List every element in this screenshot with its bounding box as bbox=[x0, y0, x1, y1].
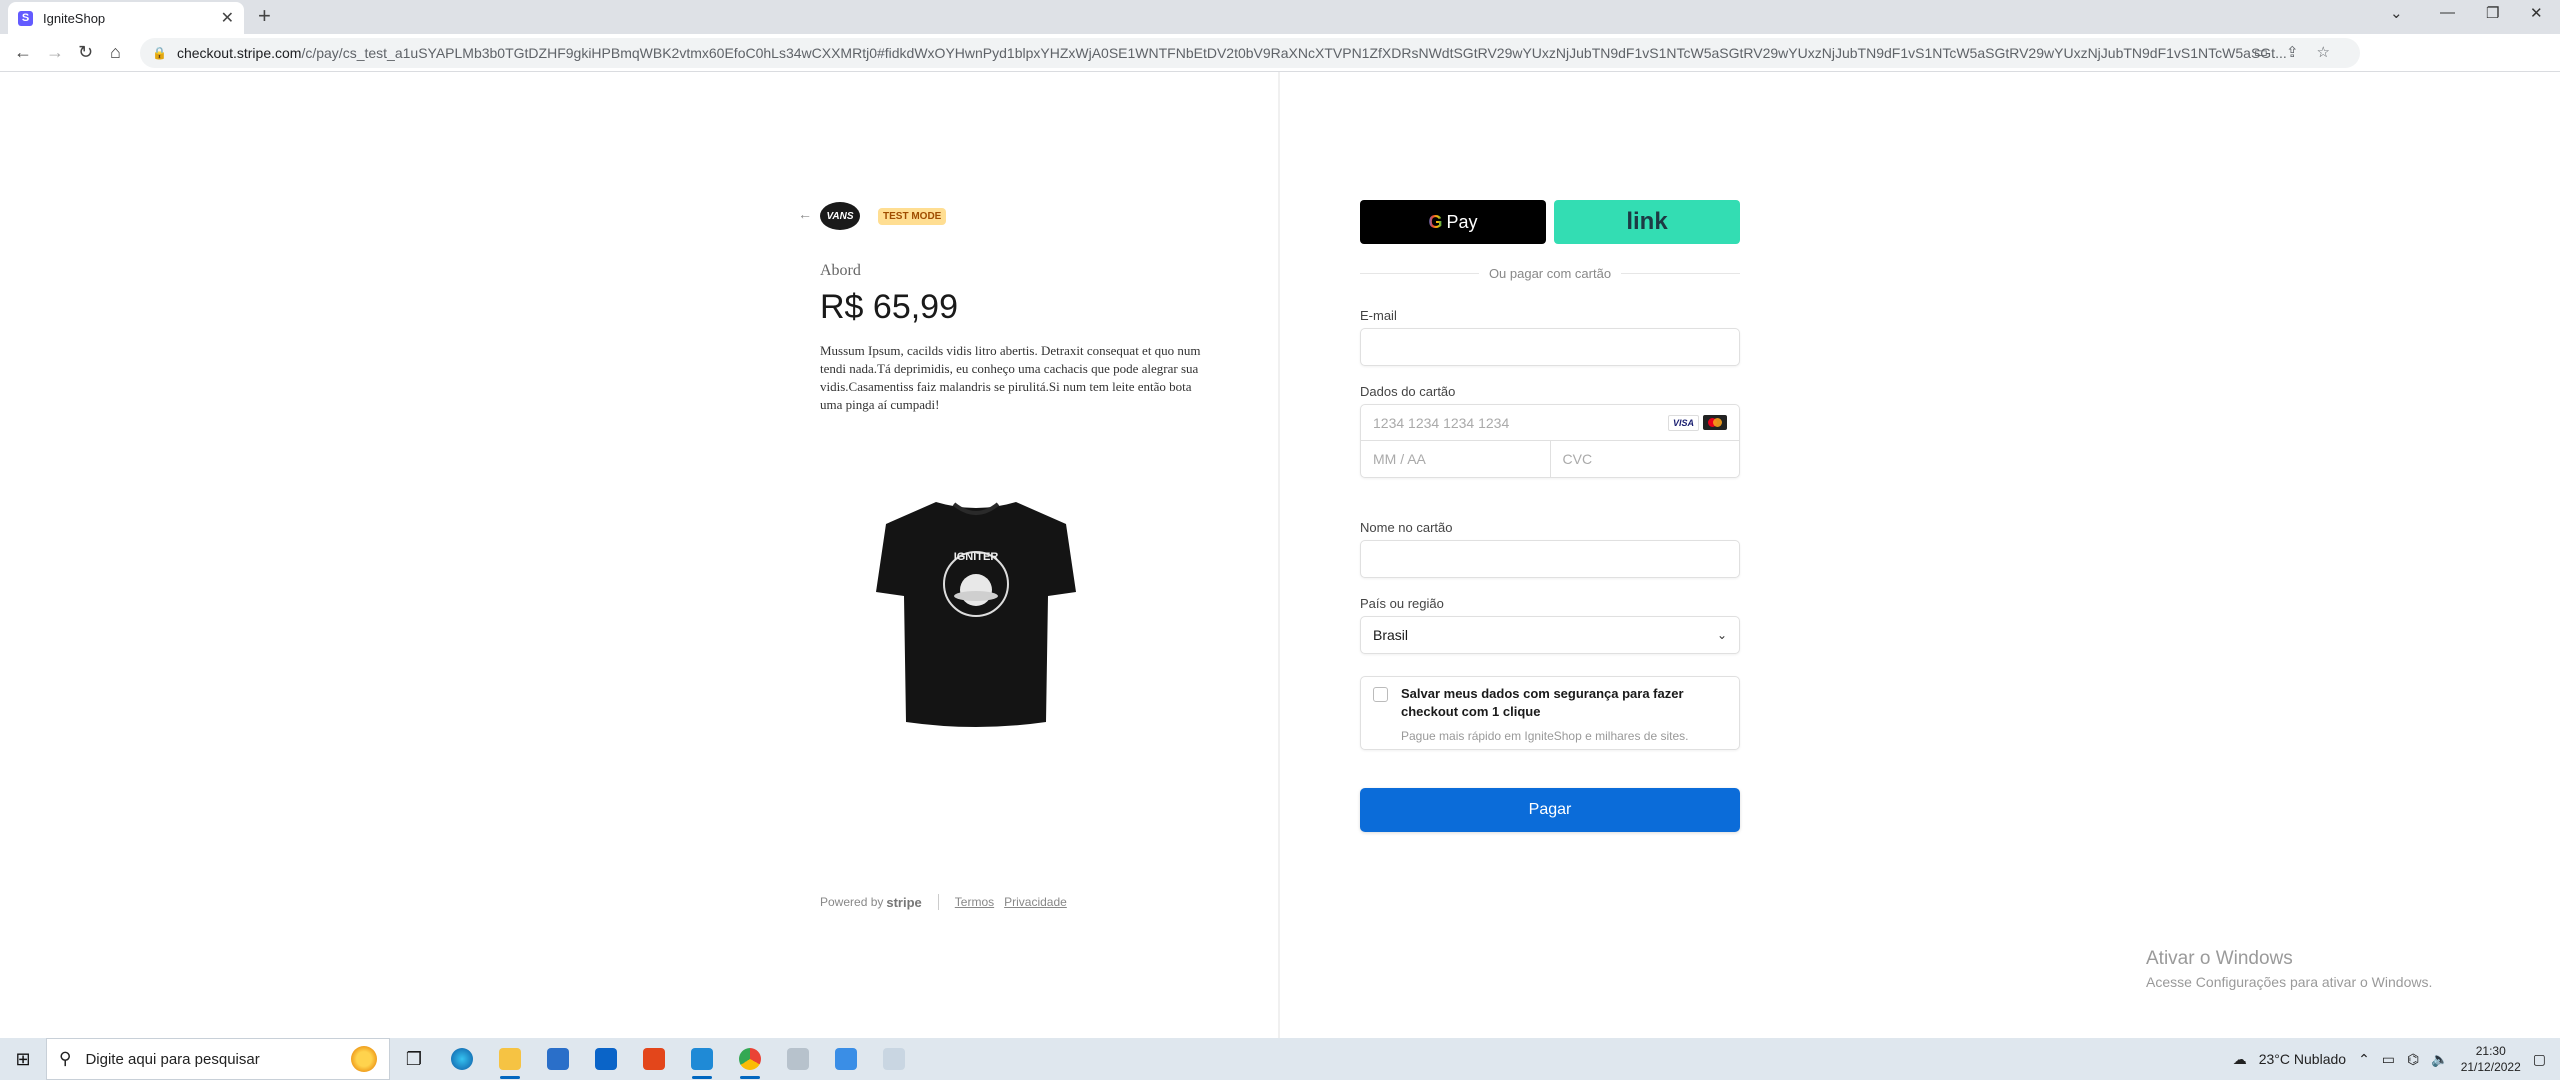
link-pay-button[interactable]: link bbox=[1554, 200, 1740, 244]
express-checkout: G Pay link bbox=[1360, 200, 1740, 244]
volume-icon[interactable]: 🔈 bbox=[2431, 1051, 2448, 1068]
clock-date: 21/12/2022 bbox=[2460, 1060, 2521, 1074]
windows-start-icon[interactable]: ⊞ bbox=[0, 1049, 46, 1070]
browser-tab[interactable]: S IgniteShop ✕ bbox=[8, 2, 244, 34]
save-info-subtitle: Pague mais rápido em IgniteShop e milhar… bbox=[1401, 729, 1689, 743]
card-number-input[interactable]: 1234 1234 1234 1234 VISA bbox=[1361, 405, 1739, 441]
mastercard-icon bbox=[1703, 414, 1727, 430]
stripe-logo[interactable]: stripe bbox=[886, 895, 921, 910]
or-divider: Ou pagar com cartão bbox=[1360, 266, 1740, 281]
browser-toolbar: ← → ↻ ⌂ 🔒 checkout.stripe.com/c/pay/cs_t… bbox=[0, 34, 2560, 97]
cardholder-name-field[interactable] bbox=[1360, 540, 1740, 578]
watermark-title: Ativar o Windows bbox=[2146, 948, 2293, 969]
taskbar-search-box[interactable]: ⚲ Digite aqui para pesquisar bbox=[46, 1038, 390, 1080]
clock[interactable]: 21:30 21/12/2022 bbox=[2461, 1043, 2521, 1075]
chevron-down-icon: ⌄ bbox=[1716, 628, 1727, 642]
google-g-icon: G bbox=[1428, 211, 1443, 232]
save-info-checkbox[interactable] bbox=[1373, 687, 1388, 702]
watermark-subtitle: Acesse Configurações para ativar o Windo… bbox=[2146, 974, 2433, 990]
email-label: E-mail bbox=[1360, 308, 1397, 323]
product-description: Mussum Ipsum, cacilds vidis litro aberti… bbox=[820, 343, 1201, 412]
close-window-icon[interactable]: ✕ bbox=[2530, 4, 2543, 22]
card-brands: VISA bbox=[1667, 414, 1727, 431]
chrome-icon[interactable] bbox=[726, 1038, 774, 1080]
stripe-favicon-icon: S bbox=[18, 10, 33, 26]
save-info-title[interactable]: Salvar meus dados com segurança para faz… bbox=[1401, 685, 1721, 721]
gpay-label: Pay bbox=[1446, 211, 1478, 232]
forward-icon[interactable]: → bbox=[46, 42, 64, 63]
new-tab-icon[interactable]: + bbox=[258, 3, 271, 29]
merchant-logo[interactable]: VANS bbox=[820, 202, 860, 230]
restore-icon[interactable]: ❐ bbox=[2486, 4, 2499, 22]
reload-icon[interactable]: ↻ bbox=[78, 42, 93, 63]
photos-icon[interactable] bbox=[822, 1038, 870, 1080]
column-divider bbox=[1278, 72, 1280, 1038]
footer-separator bbox=[937, 894, 939, 910]
terms-link[interactable]: Termos bbox=[955, 895, 994, 909]
product-image: IGNITER bbox=[876, 502, 1076, 727]
product-name: Abord bbox=[820, 262, 861, 279]
file-explorer-icon[interactable] bbox=[486, 1038, 534, 1080]
system-tray: ☁ 23°C Nublado ⌃ ▭ ⌬ 🔈 21:30 21/12/2022 … bbox=[2233, 1043, 2560, 1075]
notifications-icon[interactable]: ▢ bbox=[2533, 1051, 2546, 1068]
tab-search-icon[interactable]: ⌄ bbox=[2390, 4, 2403, 22]
office-icon[interactable] bbox=[630, 1038, 678, 1080]
product-price: R$ 65,99 bbox=[820, 288, 958, 326]
windows-taskbar: ⊞ ⚲ Digite aqui para pesquisar ❐ ☁ 23°C … bbox=[0, 1038, 2560, 1080]
store-icon[interactable] bbox=[534, 1038, 582, 1080]
task-view-icon[interactable]: ❐ bbox=[390, 1038, 438, 1080]
windows-activation-watermark: Ativar o Windows Acesse Configurações pa… bbox=[2146, 948, 2432, 990]
cvc-input[interactable]: CVC bbox=[1551, 441, 1740, 477]
weather-text[interactable]: 23°C Nublado bbox=[2259, 1051, 2346, 1067]
country-value: Brasil bbox=[1373, 627, 1409, 643]
network-icon[interactable]: ⌬ bbox=[2407, 1051, 2419, 1068]
vscode-icon[interactable] bbox=[678, 1038, 726, 1080]
edge-icon[interactable] bbox=[438, 1038, 486, 1080]
lock-icon[interactable]: 🔒 bbox=[152, 46, 167, 60]
card-number-placeholder: 1234 1234 1234 1234 bbox=[1373, 414, 1510, 431]
app-icon[interactable] bbox=[774, 1038, 822, 1080]
or-pay-with-card-text: Ou pagar com cartão bbox=[1488, 266, 1612, 281]
taskbar-search-placeholder: Digite aqui para pesquisar bbox=[85, 1050, 260, 1068]
card-label: Dados do cartão bbox=[1360, 384, 1456, 399]
back-arrow-icon[interactable]: ← bbox=[798, 206, 812, 222]
card-expiry-cvc-row: MM / AA CVC bbox=[1361, 441, 1739, 477]
save-info-box: Salvar meus dados com segurança para faz… bbox=[1360, 676, 1740, 750]
browser-tab-bar: S IgniteShop ✕ + ⌄ — ❐ ✕ bbox=[0, 0, 2560, 34]
cardholder-name-label: Nome no cartão bbox=[1360, 520, 1453, 535]
country-label: País ou região bbox=[1360, 596, 1444, 611]
chevron-up-icon[interactable]: ⌃ bbox=[2358, 1051, 2370, 1068]
email-field[interactable] bbox=[1360, 328, 1740, 366]
divider-line-right bbox=[1621, 273, 1740, 274]
tab-title: IgniteShop bbox=[43, 10, 106, 26]
weather-sun-icon bbox=[351, 1046, 377, 1072]
battery-icon[interactable]: ▭ bbox=[2382, 1051, 2395, 1068]
visa-icon: VISA bbox=[1667, 414, 1699, 431]
cloud-icon: ☁ bbox=[2232, 1050, 2247, 1067]
expiry-input[interactable]: MM / AA bbox=[1361, 441, 1551, 477]
omnibox-actions: ▭⇪☆ bbox=[2253, 44, 2348, 61]
divider-line-left bbox=[1360, 273, 1479, 274]
mail-icon[interactable] bbox=[582, 1038, 630, 1080]
search-icon: ⚲ bbox=[59, 1049, 72, 1068]
paint-icon[interactable] bbox=[870, 1038, 918, 1080]
footer: Powered by stripe Termos Privacidade bbox=[820, 894, 1077, 910]
address-bar[interactable]: 🔒 checkout.stripe.com/c/pay/cs_test_a1uS… bbox=[140, 38, 2360, 68]
clock-time: 21:30 bbox=[2475, 1044, 2506, 1058]
tab-close-icon[interactable]: ✕ bbox=[221, 8, 234, 28]
card-details-group: 1234 1234 1234 1234 VISA MM / AA CVC bbox=[1360, 404, 1740, 478]
pay-button[interactable]: Pagar bbox=[1360, 788, 1740, 832]
checkout-page: ← VANS TEST MODE Abord R$ 65,99 Mussum I… bbox=[0, 72, 2560, 1038]
privacy-link[interactable]: Privacidade bbox=[1004, 895, 1067, 909]
shirt-print-text: IGNITER bbox=[954, 551, 999, 563]
url-text: checkout.stripe.com/c/pay/cs_test_a1uSYA… bbox=[176, 45, 2287, 61]
country-select[interactable]: Brasil ⌄ bbox=[1360, 616, 1740, 654]
minimize-icon[interactable]: — bbox=[2440, 4, 2455, 21]
powered-by-text: Powered by bbox=[820, 895, 884, 909]
home-icon[interactable]: ⌂ bbox=[110, 42, 121, 63]
test-mode-badge: TEST MODE bbox=[878, 208, 947, 225]
google-pay-button[interactable]: G Pay bbox=[1360, 200, 1546, 244]
back-icon[interactable]: ← bbox=[14, 42, 32, 63]
